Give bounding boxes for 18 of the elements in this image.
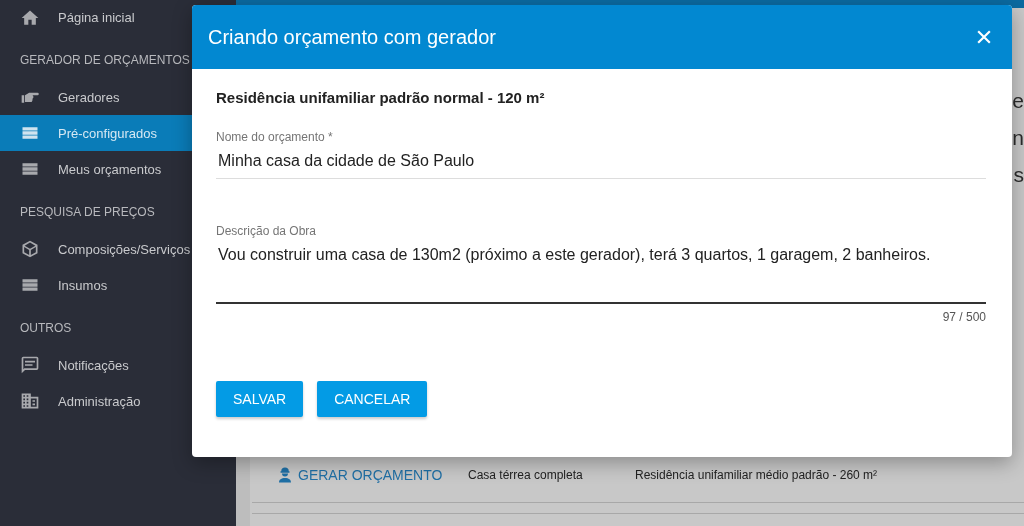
heading-text: s (1013, 162, 1024, 187)
character-counter: 97 / 500 (942, 310, 986, 324)
section-header: OUTROS (19, 320, 73, 337)
dialog-title: Criando orçamento com gerador (208, 25, 496, 49)
field-label: Descrição da Obra (216, 224, 318, 238)
message-icon (20, 355, 40, 375)
sidebar-item[interactable]: Notificações (0, 347, 236, 383)
dialog-subtitle: Residência unifamiliar padrão normal - 120 m² (216, 89, 546, 106)
heading-text: e (1012, 88, 1024, 113)
worker-icon (276, 466, 294, 484)
cube-icon (20, 239, 40, 259)
table-cell-text: Casa térrea completa (468, 468, 584, 482)
heading-text: n (1012, 125, 1024, 150)
description-field[interactable]: Vou construir uma casa de 130m2 (próximo a este gerador), terá 3 quartos, 1 garagem, 2 banheiros. (216, 238, 986, 304)
table-cell: Residência unifamiliar médio padrão - 260 m² (635, 468, 878, 482)
building-icon (20, 391, 40, 411)
section-header: PESQUISA DE PREÇOS (19, 204, 156, 221)
name-field[interactable]: Minha casa da cidade de São Paulo (216, 144, 986, 179)
